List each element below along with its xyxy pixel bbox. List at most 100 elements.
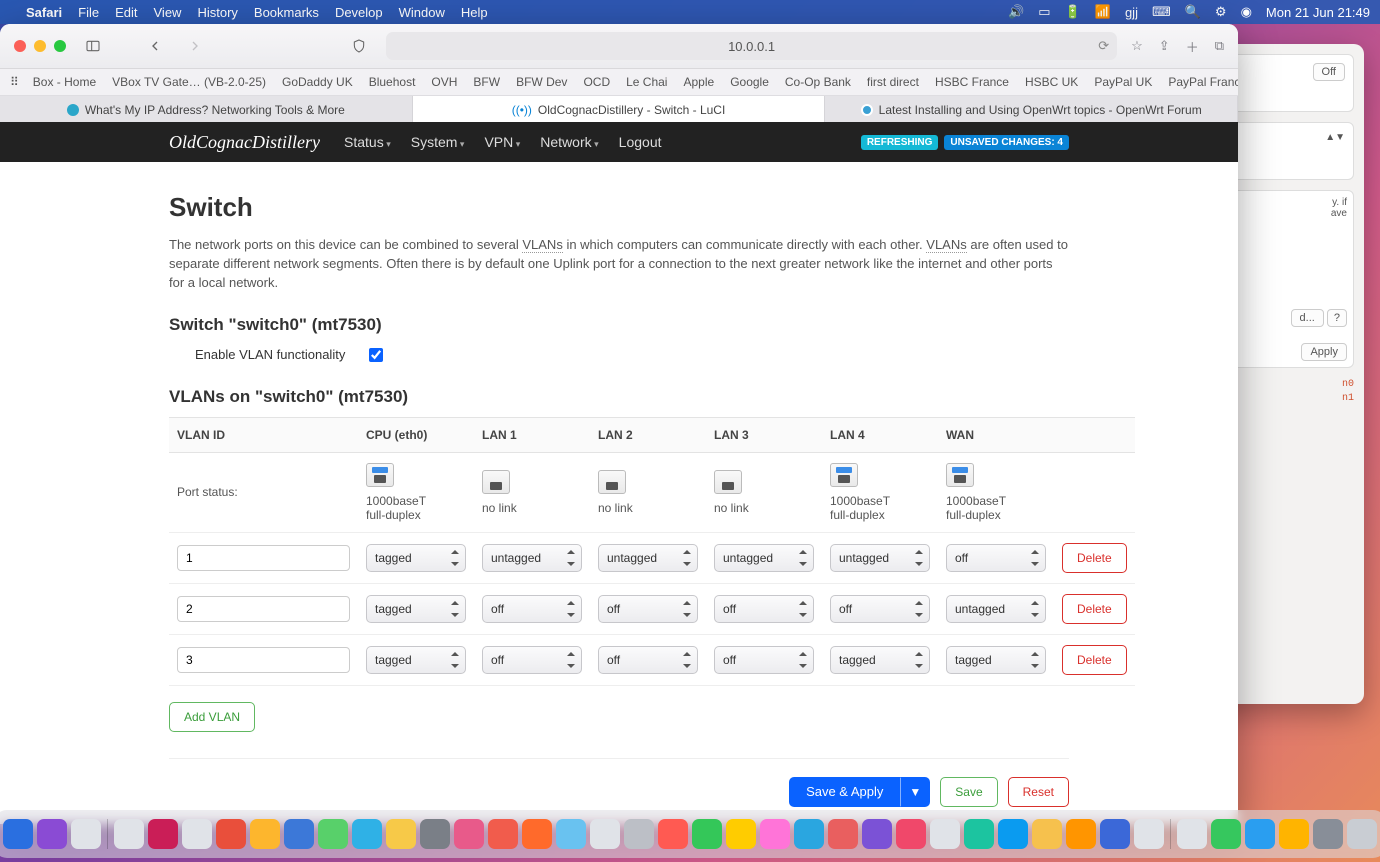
dock-app[interactable] — [556, 819, 586, 849]
fav-0[interactable]: Box - Home — [33, 75, 96, 89]
menubar-clock[interactable]: Mon 21 Jun 21:49 — [1266, 5, 1370, 20]
delete-button[interactable]: Delete — [1062, 543, 1127, 573]
dock-app[interactable] — [1066, 819, 1096, 849]
menu-history[interactable]: History — [197, 5, 237, 20]
fav-13[interactable]: HSBC France — [935, 75, 1009, 89]
fav-11[interactable]: Co-Op Bank — [785, 75, 851, 89]
wifi-icon[interactable]: 📶 — [1095, 4, 1111, 20]
nav-status[interactable]: Status — [344, 134, 391, 150]
reload-icon[interactable]: ⟳ — [1098, 38, 1109, 54]
vlan-port-select[interactable]: tagged — [946, 646, 1046, 674]
vlan-port-select[interactable]: untagged — [946, 595, 1046, 623]
dock-app[interactable] — [760, 819, 790, 849]
battery-icon[interactable]: 🔋 — [1065, 4, 1081, 20]
dock-app[interactable] — [488, 819, 518, 849]
vlan-port-select[interactable]: off — [830, 595, 930, 623]
fav-12[interactable]: first direct — [867, 75, 919, 89]
vlan-id-input[interactable] — [177, 596, 350, 622]
dock[interactable] — [0, 810, 1380, 858]
tab-0[interactable]: What's My IP Address? Networking Tools &… — [0, 96, 413, 124]
dock-app[interactable] — [420, 819, 450, 849]
dock-app[interactable] — [1032, 819, 1062, 849]
tab-2[interactable]: Latest Installing and Using OpenWrt topi… — [825, 96, 1238, 124]
vlan-id-input[interactable] — [177, 545, 350, 571]
spotlight-icon[interactable]: 🔍 — [1185, 4, 1201, 20]
dock-app[interactable] — [896, 819, 926, 849]
bg-apply-button[interactable]: Apply — [1301, 343, 1347, 361]
dock-app[interactable] — [1279, 819, 1309, 849]
dock-app[interactable] — [1100, 819, 1130, 849]
bg-off-button[interactable]: Off — [1313, 63, 1345, 81]
share-icon[interactable]: ⇪ — [1159, 38, 1170, 54]
menu-develop[interactable]: Develop — [335, 5, 383, 20]
forward-button[interactable] — [182, 35, 208, 57]
menu-edit[interactable]: Edit — [115, 5, 137, 20]
fav-9[interactable]: Apple — [683, 75, 714, 89]
nav-network[interactable]: Network — [540, 134, 598, 150]
menu-help[interactable]: Help — [461, 5, 488, 20]
vlan-port-select[interactable]: untagged — [598, 544, 698, 572]
dock-app[interactable] — [37, 819, 67, 849]
control-icon[interactable]: ▭ — [1038, 4, 1050, 20]
dock-app[interactable] — [998, 819, 1028, 849]
dock-app[interactable] — [522, 819, 552, 849]
luci-brand[interactable]: OldCognacDistillery — [169, 132, 320, 153]
keyboard-icon[interactable]: ⌨︎ — [1152, 4, 1171, 20]
back-button[interactable] — [142, 35, 168, 57]
fav-3[interactable]: Bluehost — [369, 75, 416, 89]
delete-button[interactable]: Delete — [1062, 594, 1127, 624]
dock-app[interactable] — [590, 819, 620, 849]
shield-icon[interactable] — [346, 35, 372, 57]
dock-app[interactable] — [250, 819, 280, 849]
dock-app[interactable] — [318, 819, 348, 849]
fav-grid-icon[interactable]: ⠿ — [10, 75, 17, 89]
fav-5[interactable]: BFW — [473, 75, 500, 89]
bg-select[interactable]: d... — [1291, 309, 1324, 327]
nav-logout[interactable]: Logout — [619, 134, 662, 150]
vlan-port-select[interactable]: untagged — [714, 544, 814, 572]
tab-1[interactable]: ((•))OldCognacDistillery - Switch - LuCI — [413, 96, 826, 124]
dock-app[interactable] — [1177, 819, 1207, 849]
menu-view[interactable]: View — [154, 5, 182, 20]
dock-app[interactable] — [71, 819, 101, 849]
vlan-port-select[interactable]: off — [598, 646, 698, 674]
fav-10[interactable]: Google — [730, 75, 769, 89]
siri-icon[interactable]: ◉ — [1241, 4, 1252, 20]
fav-2[interactable]: GoDaddy UK — [282, 75, 353, 89]
vlan-port-select[interactable]: off — [482, 646, 582, 674]
badge-unsaved[interactable]: UNSAVED CHANGES: 4 — [944, 135, 1069, 150]
control-center-icon[interactable]: ⚙︎ — [1215, 4, 1227, 20]
bg-help-button[interactable]: ? — [1327, 309, 1347, 327]
dock-app[interactable] — [352, 819, 382, 849]
save-button[interactable]: Save — [940, 777, 997, 807]
fav-7[interactable]: OCD — [583, 75, 610, 89]
nav-vpn[interactable]: VPN — [484, 134, 520, 150]
vlan-port-select[interactable]: tagged — [366, 646, 466, 674]
dock-app[interactable] — [386, 819, 416, 849]
dock-app[interactable] — [692, 819, 722, 849]
vlan-port-select[interactable]: off — [946, 544, 1046, 572]
dock-app[interactable] — [1313, 819, 1343, 849]
dock-app[interactable] — [1211, 819, 1241, 849]
menubar-app[interactable]: Safari — [26, 5, 62, 20]
fav-8[interactable]: Le Chai — [626, 75, 667, 89]
sidebar-toggle-icon[interactable] — [80, 35, 106, 57]
save-apply-button[interactable]: Save & Apply — [789, 777, 900, 807]
add-vlan-button[interactable]: Add VLAN — [169, 702, 255, 732]
vlan-port-select[interactable]: off — [482, 595, 582, 623]
dock-app[interactable] — [3, 819, 33, 849]
url-bar[interactable]: 10.0.0.1 ⟳ — [386, 32, 1117, 60]
fav-16[interactable]: PayPal France — [1168, 75, 1238, 89]
dock-app[interactable] — [1347, 819, 1377, 849]
dock-app[interactable] — [624, 819, 654, 849]
dock-app[interactable] — [182, 819, 212, 849]
nav-system[interactable]: System — [411, 134, 465, 150]
dock-app[interactable] — [148, 819, 178, 849]
dock-app[interactable] — [1134, 819, 1164, 849]
vlan-port-select[interactable]: off — [714, 595, 814, 623]
menu-bookmarks[interactable]: Bookmarks — [254, 5, 319, 20]
fav-15[interactable]: PayPal UK — [1094, 75, 1152, 89]
vlan-port-select[interactable]: tagged — [366, 544, 466, 572]
dock-app[interactable] — [1245, 819, 1275, 849]
window-controls[interactable] — [14, 40, 66, 52]
